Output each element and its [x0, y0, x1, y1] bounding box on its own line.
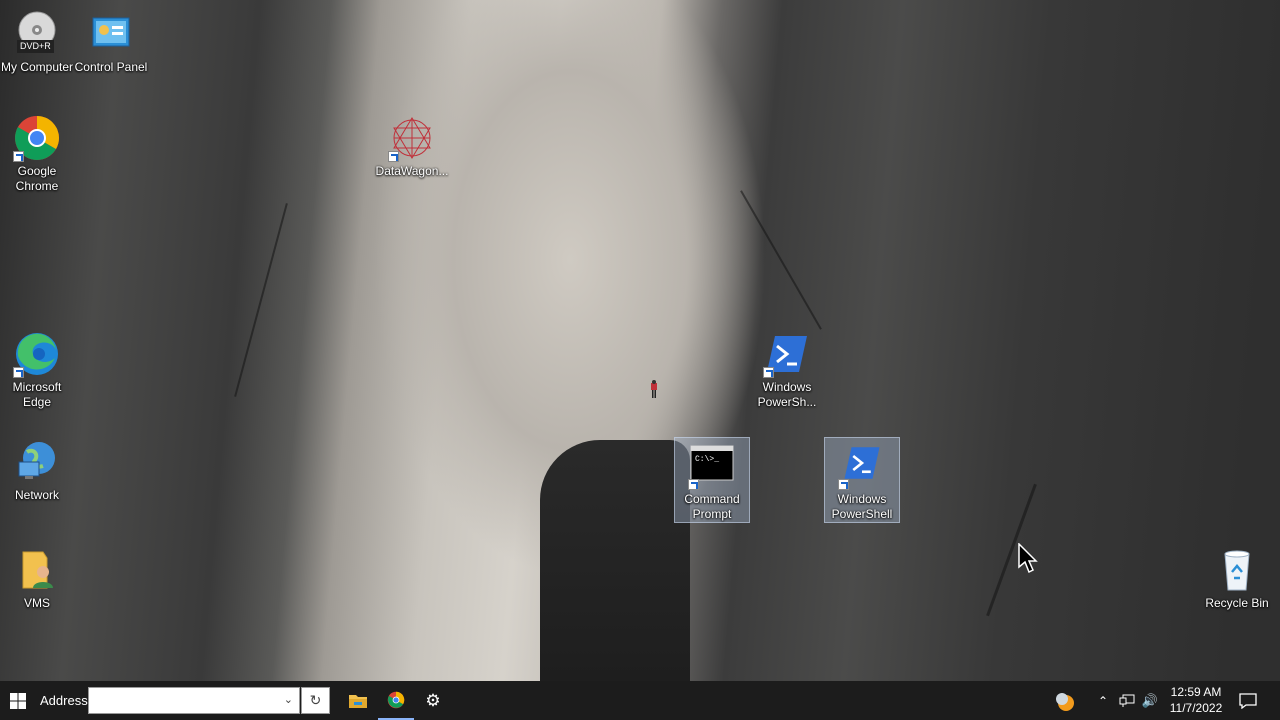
show-hidden-icons[interactable]: ⌃: [1094, 681, 1112, 720]
dvd-badge: DVD+R: [17, 40, 54, 53]
icon-label: Network: [14, 488, 59, 502]
powershell-icon: [838, 442, 886, 490]
rock-crack: [234, 203, 288, 397]
settings-gear-icon: ⚙: [425, 690, 441, 710]
address-input[interactable]: [89, 688, 281, 713]
start-button[interactable]: [0, 681, 36, 720]
action-center-button[interactable]: [1234, 681, 1262, 720]
desktop-icon-recycle-bin[interactable]: Recycle Bin: [1200, 546, 1274, 611]
notification-icon: [1239, 692, 1257, 709]
chevron-up-icon: ⌃: [1097, 693, 1109, 708]
chrome-icon: [13, 114, 61, 162]
icon-label: Command Prompt: [684, 492, 740, 521]
desktop-icon-windows-powershell-1[interactable]: Windows PowerSh...: [749, 330, 825, 410]
clock-time: 12:59 AM: [1170, 685, 1222, 699]
recycle-bin-icon: [1213, 546, 1261, 594]
network-icon: [1119, 694, 1135, 707]
taskbar-chrome[interactable]: [378, 681, 414, 720]
desktop-wallpaper: [0, 0, 1280, 681]
shortcut-arrow-icon: [13, 151, 24, 162]
powershell-icon: [763, 330, 811, 378]
dvd-icon: DVD+R: [13, 10, 61, 58]
icon-label: DataWagon...: [375, 164, 449, 178]
desktop-icon-vms[interactable]: VMS: [0, 546, 74, 611]
chevron-down-icon[interactable]: ⌄: [284, 693, 293, 706]
desktop-icon-windows-powershell-2[interactable]: Windows PowerShell: [824, 437, 900, 523]
shortcut-arrow-icon: [688, 479, 699, 490]
address-bar[interactable]: ⌄: [88, 687, 300, 714]
edge-icon: [13, 330, 61, 378]
user-folder-icon: [13, 546, 61, 594]
desktop-icon-network[interactable]: Network: [0, 438, 74, 503]
icon-label: VMS: [23, 596, 50, 610]
shortcut-arrow-icon: [388, 151, 399, 162]
volume-control[interactable]: 🔊: [1140, 681, 1160, 720]
network-status[interactable]: [1117, 681, 1137, 720]
refresh-button[interactable]: ↻: [301, 687, 330, 714]
taskbar: Address ⌄ ↻ ⚙ ⌃ 🔊 12:59 AM 11/7/2022: [0, 681, 1280, 720]
weather-icon: [1056, 692, 1074, 711]
mouse-cursor-icon: [1018, 543, 1038, 574]
icon-label: Windows PowerSh...: [757, 380, 817, 409]
desktop-icon-my-computer[interactable]: DVD+R My Computer: [0, 10, 74, 75]
file-explorer-icon: [349, 694, 367, 708]
icon-label: Recycle Bin: [1205, 596, 1269, 610]
control-panel-icon: [87, 10, 135, 58]
command-prompt-icon: C:\>_: [688, 442, 736, 490]
datawagon-icon: [388, 114, 436, 162]
command-prompt-screen-text: C:\>_: [695, 455, 720, 464]
shortcut-arrow-icon: [838, 479, 849, 490]
chrome-icon: [387, 691, 405, 708]
icon-label: Microsoft Edge: [12, 380, 62, 409]
shortcut-arrow-icon: [13, 367, 24, 378]
desktop-icon-datawagon[interactable]: DataWagon...: [374, 114, 450, 179]
address-toolbar-label: Address: [40, 693, 88, 708]
icon-label: My Computer: [0, 60, 74, 74]
taskbar-clock[interactable]: 12:59 AM 11/7/2022: [1164, 684, 1228, 716]
desktop-icon-command-prompt[interactable]: C:\>_ Command Prompt: [674, 437, 750, 523]
network-globe-icon: [13, 438, 61, 486]
icon-label: Google Chrome: [15, 164, 59, 193]
climber-figure: [651, 380, 657, 398]
windows-logo-icon: [10, 692, 26, 709]
taskbar-file-explorer[interactable]: [340, 681, 376, 720]
volume-icon: 🔊: [1141, 692, 1159, 708]
desktop-icon-control-panel[interactable]: Control Panel: [74, 10, 148, 75]
icon-label: Windows PowerShell: [831, 492, 893, 521]
desktop-icon-google-chrome[interactable]: Google Chrome: [0, 114, 74, 194]
shortcut-arrow-icon: [763, 367, 774, 378]
weather-widget[interactable]: [1050, 681, 1078, 720]
taskbar-settings[interactable]: ⚙: [415, 681, 451, 720]
rock-shadow: [540, 440, 690, 681]
icon-label: Control Panel: [74, 60, 148, 74]
desktop-icon-microsoft-edge[interactable]: Microsoft Edge: [0, 330, 74, 410]
clock-date: 11/7/2022: [1169, 701, 1223, 715]
rock-crack: [740, 190, 822, 330]
